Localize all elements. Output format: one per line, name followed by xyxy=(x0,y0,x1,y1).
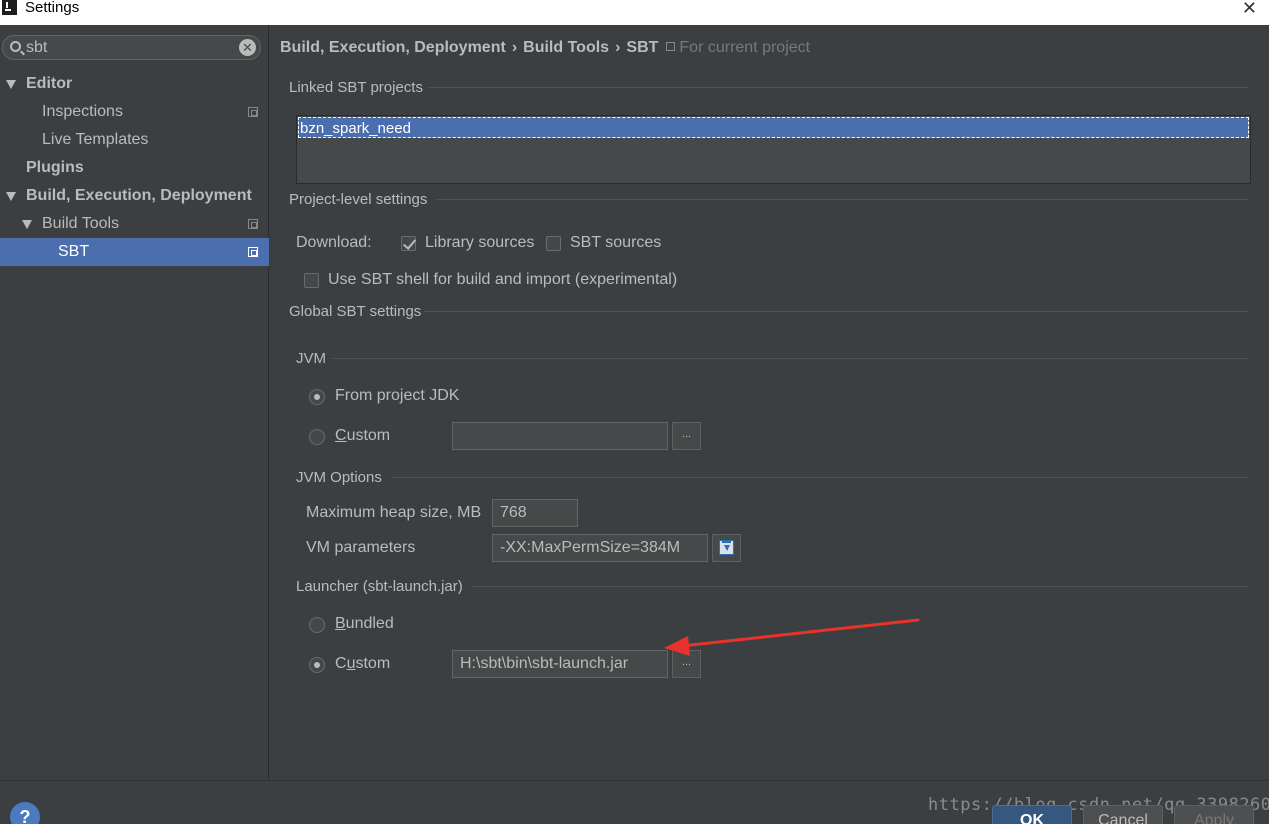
tree-item-plugins[interactable]: Plugins xyxy=(0,154,269,182)
tree-item-label: Inspections xyxy=(42,103,123,120)
launcher-browse-button[interactable]: ... xyxy=(672,650,701,678)
section-divider xyxy=(332,358,1248,359)
section-divider xyxy=(392,477,1248,478)
help-button[interactable]: ? xyxy=(10,802,40,824)
label-text: undled xyxy=(345,615,394,632)
tree-item-editor[interactable]: Editor xyxy=(0,70,269,98)
expand-arrow-icon[interactable] xyxy=(6,192,16,201)
sbt-sources-label[interactable]: SBT sources xyxy=(570,234,661,252)
breadcrumb-scope: For current project xyxy=(679,39,811,56)
jvm-from-project-jdk-label[interactable]: From project JDK xyxy=(335,387,459,405)
settings-main-panel: Build, Execution, Deployment › Build Tools… xyxy=(270,25,1269,780)
settings-sidebar: ✕ Editor Inspections Live Templates Plug… xyxy=(0,25,269,780)
launcher-bundled-radio[interactable] xyxy=(309,617,325,633)
tree-item-label: Build Tools xyxy=(42,215,120,232)
sbt-sources-checkbox[interactable] xyxy=(546,236,561,251)
tree-item-label: Build, Execution, Deployment xyxy=(26,187,252,204)
linked-projects-list[interactable]: bzn_spark_need xyxy=(296,115,1251,184)
launcher-custom-radio[interactable] xyxy=(309,657,325,673)
label-text: C xyxy=(335,655,347,672)
window-title-bar: Settings ✕ xyxy=(0,0,1269,25)
launcher-custom-label[interactable]: Custom xyxy=(335,655,390,673)
jvm-from-project-jdk-radio[interactable] xyxy=(309,389,325,405)
clear-search-icon[interactable]: ✕ xyxy=(239,39,256,56)
section-divider xyxy=(428,87,1248,88)
mnemonic-letter: B xyxy=(335,615,346,632)
max-heap-label: Maximum heap size, MB xyxy=(306,504,482,521)
section-title-global: Global SBT settings xyxy=(289,303,422,320)
launcher-bundled-label[interactable]: Bundled xyxy=(335,615,394,633)
section-divider xyxy=(472,586,1248,587)
section-title-jvm: JVM xyxy=(296,350,326,367)
max-heap-field[interactable]: 768 xyxy=(492,499,578,527)
download-label: Download: xyxy=(296,234,372,251)
dialog-button-bar: ? https://blog.csdn.net/qq_33982605 OK C… xyxy=(0,780,1269,824)
search-icon xyxy=(10,41,21,52)
tree-item-label: SBT xyxy=(58,243,90,260)
expand-arrow-icon[interactable] xyxy=(6,80,16,89)
tree-item-build-execution-deployment[interactable]: Build, Execution, Deployment xyxy=(0,182,269,210)
apply-button[interactable]: Apply xyxy=(1174,805,1254,824)
settings-search-box: ✕ xyxy=(2,35,261,60)
breadcrumb-part: Build, Execution, Deployment xyxy=(280,39,506,56)
expand-arrow-icon[interactable] xyxy=(22,220,32,229)
breadcrumb-part: Build Tools xyxy=(523,39,610,56)
section-title-launcher: Launcher (sbt-launch.jar) xyxy=(296,578,463,595)
tree-item-label: Plugins xyxy=(26,159,84,176)
jvm-custom-radio[interactable] xyxy=(309,429,325,445)
vm-parameters-field[interactable]: -XX:MaxPermSize=384M xyxy=(492,534,708,562)
expand-field-icon xyxy=(719,540,734,555)
label-text: stom xyxy=(355,655,391,672)
mnemonic-letter: C xyxy=(335,427,347,444)
use-sbt-shell-checkbox[interactable] xyxy=(304,273,319,288)
breadcrumb: Build, Execution, Deployment › Build Tools… xyxy=(280,39,810,57)
section-title-project-level: Project-level settings xyxy=(289,191,428,208)
tree-item-label: Editor xyxy=(26,75,73,92)
project-scope-icon xyxy=(248,107,258,117)
ok-button[interactable]: OK xyxy=(992,805,1072,824)
intellij-app-icon xyxy=(2,0,17,15)
tree-item-build-tools[interactable]: Build Tools xyxy=(0,210,269,238)
tree-item-sbt[interactable]: SBT xyxy=(0,238,269,266)
project-scope-icon xyxy=(248,247,258,257)
use-sbt-shell-label[interactable]: Use SBT shell for build and import (expe… xyxy=(328,271,677,289)
library-sources-label[interactable]: Library sources xyxy=(425,234,534,252)
section-divider xyxy=(436,199,1248,200)
project-scope-icon xyxy=(248,219,258,229)
section-title-jvm-options: JVM Options xyxy=(296,469,382,486)
jvm-custom-label[interactable]: Custom xyxy=(335,427,390,445)
window-title: Settings xyxy=(25,0,80,16)
cancel-button[interactable]: Cancel xyxy=(1083,805,1163,824)
label-text: ustom xyxy=(346,427,391,444)
project-scope-icon xyxy=(666,42,676,51)
breadcrumb-part: SBT xyxy=(626,39,659,56)
breadcrumb-separator: › xyxy=(615,39,621,56)
section-title-linked: Linked SBT projects xyxy=(289,79,423,96)
jvm-browse-button[interactable]: ... xyxy=(672,422,701,450)
jvm-custom-path-field[interactable] xyxy=(452,422,668,450)
launcher-custom-path-field[interactable]: H:\sbt\bin\sbt-launch.jar xyxy=(452,650,668,678)
section-divider xyxy=(424,311,1248,312)
tree-item-inspections[interactable]: Inspections xyxy=(0,98,269,126)
close-icon[interactable]: ✕ xyxy=(1242,0,1257,19)
breadcrumb-separator: › xyxy=(511,39,518,56)
expand-vm-parameters-button[interactable] xyxy=(712,534,741,562)
linked-project-item[interactable]: bzn_spark_need xyxy=(298,117,1249,138)
tree-item-label: Live Templates xyxy=(42,131,149,148)
vm-parameters-label: VM parameters xyxy=(306,539,416,556)
search-input[interactable] xyxy=(26,38,226,58)
tree-item-live-templates[interactable]: Live Templates xyxy=(0,126,269,154)
library-sources-checkbox[interactable] xyxy=(401,236,416,251)
